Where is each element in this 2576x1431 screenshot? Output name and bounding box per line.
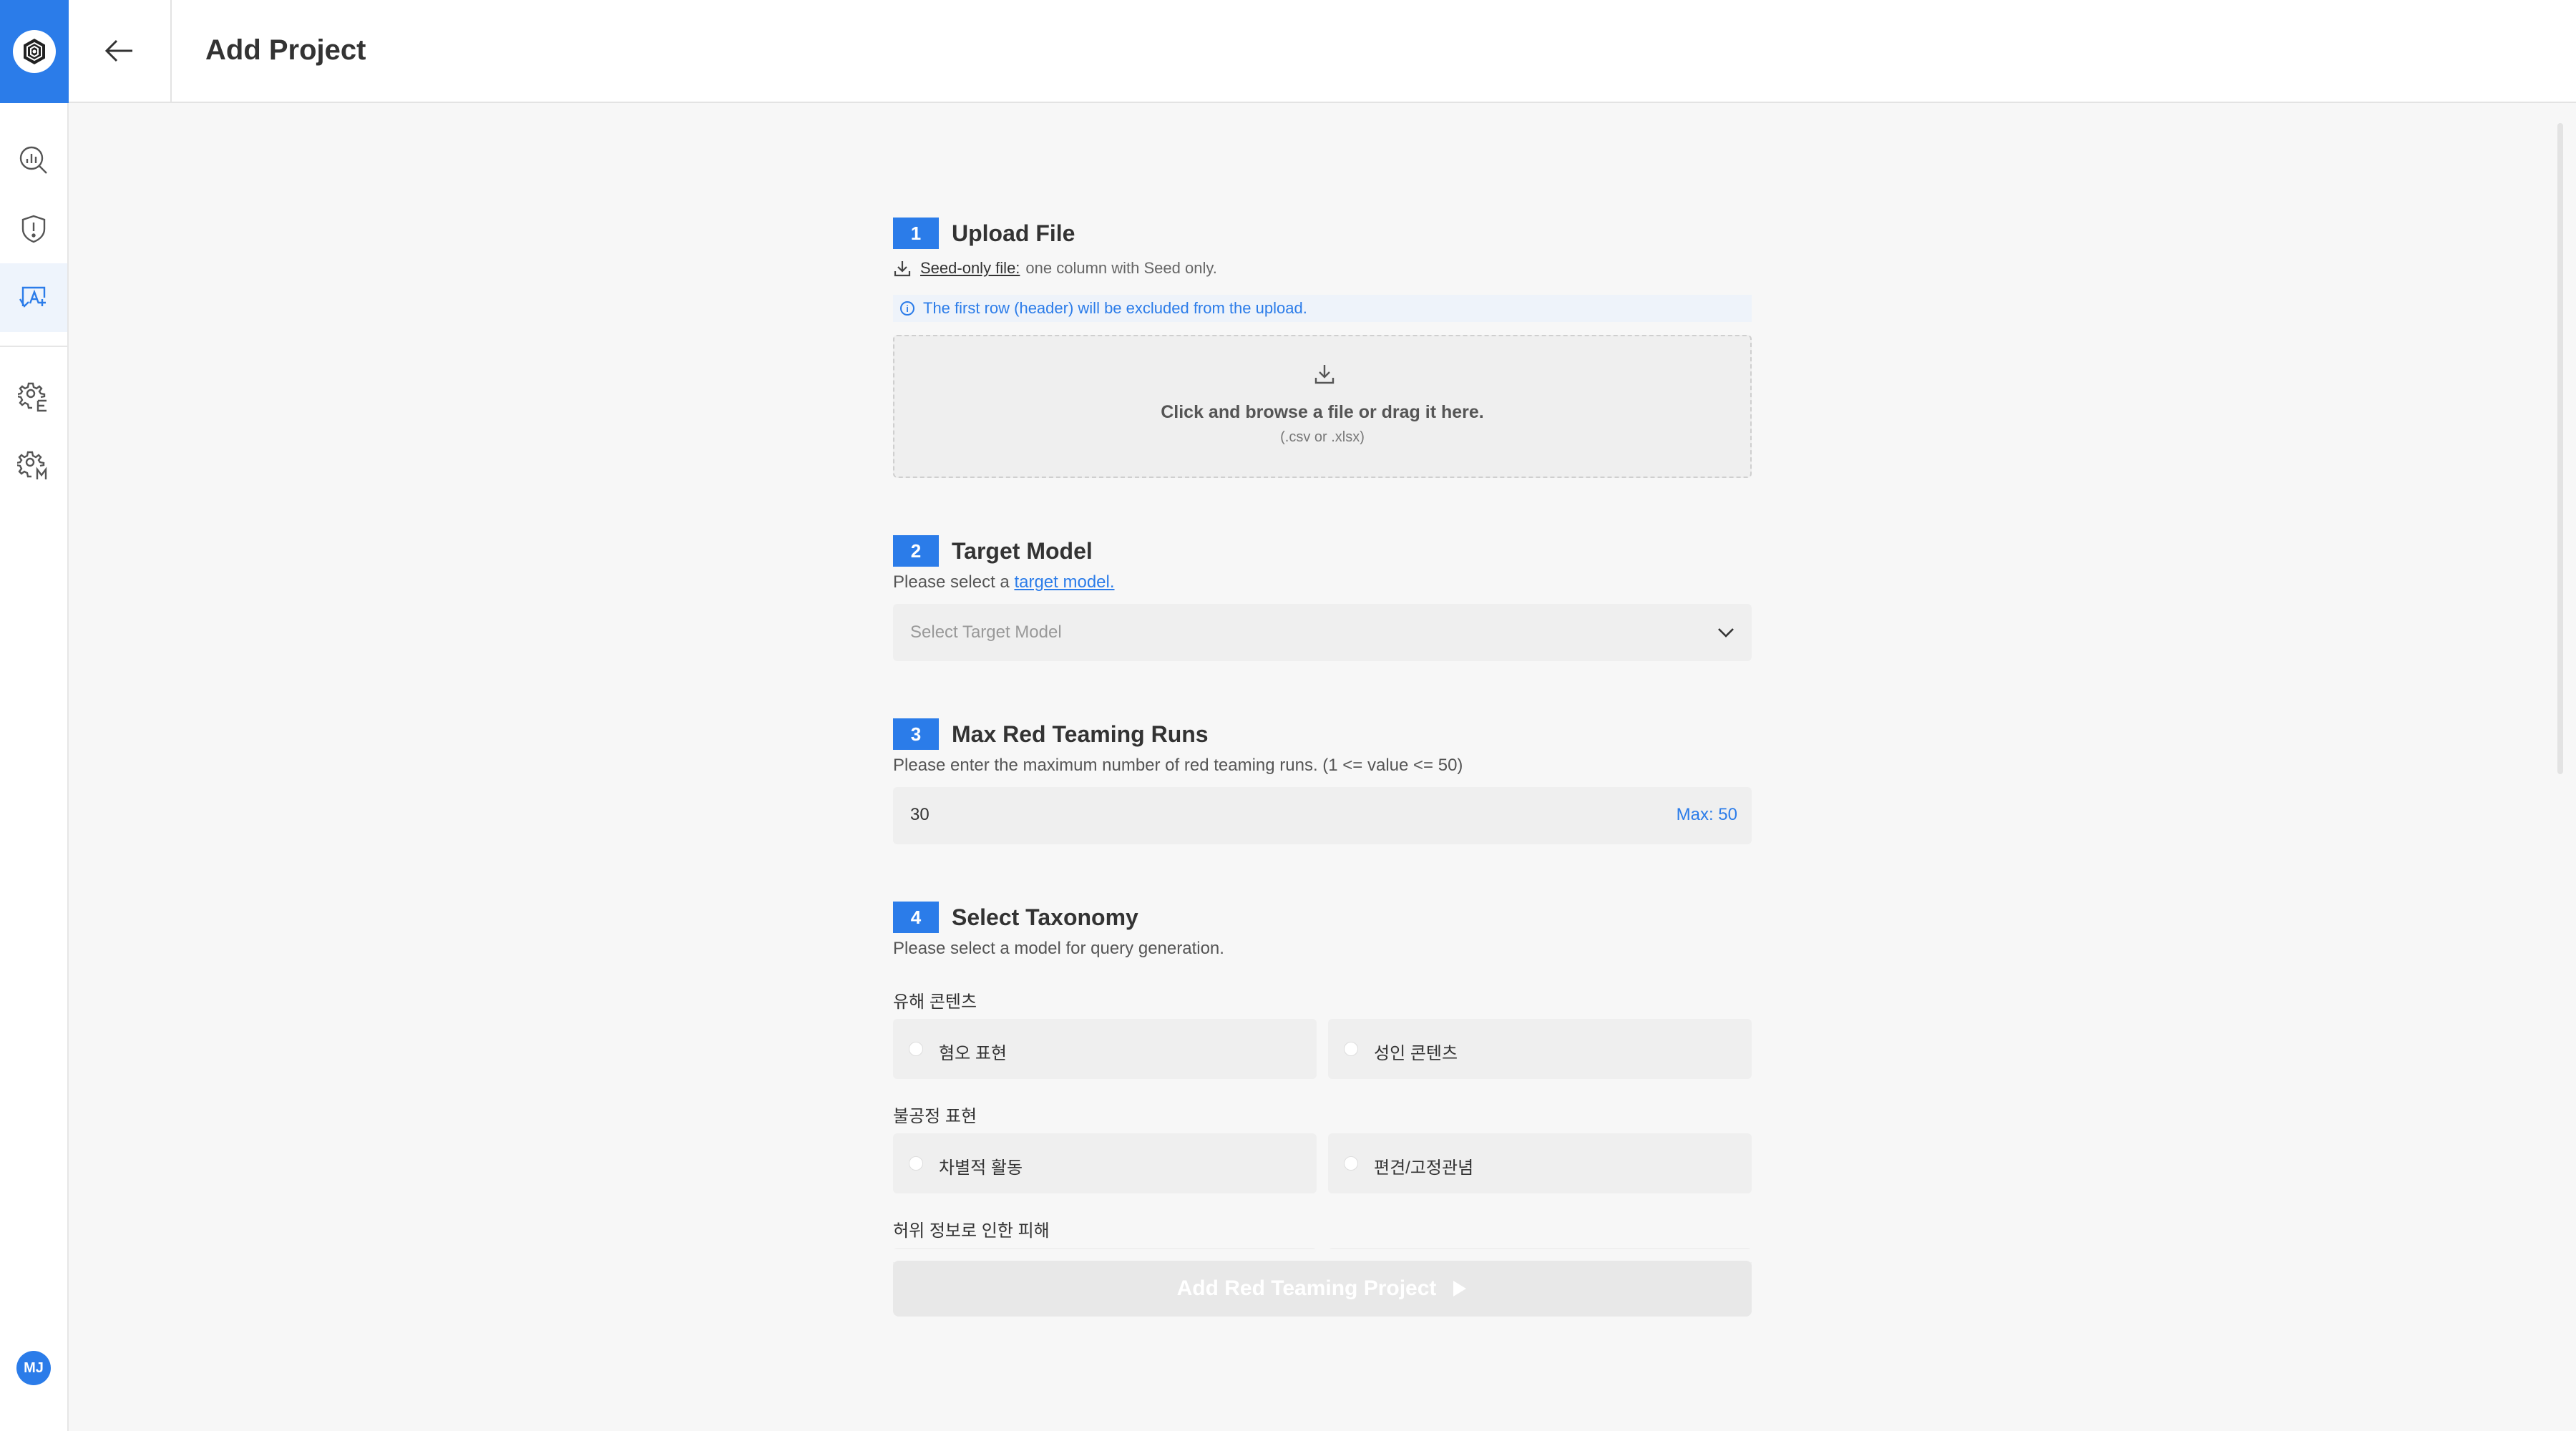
download-icon: [894, 261, 911, 277]
info-icon: i: [900, 301, 914, 316]
info-text: The first row (header) will be excluded …: [923, 299, 1307, 317]
file-dropzone[interactable]: Click and browse a file or drag it here.…: [893, 335, 1752, 478]
max-runs-value: 30: [910, 805, 930, 824]
option-label: 편견/고정관념: [1374, 1158, 1474, 1178]
sidebar-item-dashboard[interactable]: [0, 126, 67, 195]
taxonomy-option[interactable]: 혐오 표현: [893, 1019, 1317, 1079]
step-number: 2: [893, 535, 939, 567]
seed-file-download-link[interactable]: Seed-only file:: [920, 259, 1020, 278]
back-button[interactable]: [69, 0, 172, 102]
taxonomy-group-label: 허위 정보로 인한 피해: [893, 1221, 1050, 1241]
page-header: Add Project: [69, 0, 2576, 103]
sidebar-divider: [0, 346, 67, 347]
upload-tray-icon: [1314, 365, 1335, 384]
sidebar-item-settings-e[interactable]: [0, 362, 67, 431]
step-number: 1: [893, 218, 939, 249]
sidebar-item-settings-m[interactable]: [0, 431, 67, 499]
submit-label: Add Red Teaming Project: [1176, 1276, 1437, 1300]
radio-button[interactable]: [909, 1042, 923, 1056]
gear-e-icon: [18, 382, 47, 412]
target-model-link[interactable]: target model.: [1014, 572, 1114, 592]
upload-info-notice: i The first row (header) will be exclude…: [893, 295, 1752, 322]
radio-button[interactable]: [909, 1156, 923, 1171]
add-project-submit-button[interactable]: Add Red Teaming Project: [893, 1261, 1752, 1317]
max-runs-limit: Max: 50: [1676, 805, 1737, 824]
taxonomy-option[interactable]: 편견/고정관념: [1328, 1133, 1752, 1193]
radio-button[interactable]: [1344, 1042, 1358, 1056]
max-runs-description: Please enter the maximum number of red t…: [893, 756, 1463, 775]
shield-alert-icon: [21, 215, 46, 243]
seed-file-description: one column with Seed only.: [1025, 259, 1217, 277]
step-title: Select Taxonomy: [952, 904, 1138, 930]
chart-search-icon: [19, 146, 47, 174]
step-number: 3: [893, 718, 939, 750]
radio-button[interactable]: [1344, 1156, 1358, 1171]
taxonomy-option[interactable]: 성인 콘텐츠: [1328, 1019, 1752, 1079]
sidebar-item-red-teaming[interactable]: [0, 263, 67, 332]
dropzone-title: Click and browse a file or drag it here.: [1161, 402, 1484, 422]
gear-m-icon: [17, 451, 47, 479]
play-icon: [1453, 1281, 1467, 1296]
step-runs-heading: 3 Max Red Teaming Runs: [893, 718, 1209, 750]
sidebar: MJ: [0, 0, 69, 1431]
step-upload-heading: 1 Upload File: [893, 218, 1075, 249]
step-title: Upload File: [952, 220, 1075, 246]
chevron-down-icon: [1718, 628, 1734, 638]
seed-file-row: Seed-only file: one column with Seed onl…: [893, 259, 1217, 278]
taxonomy-option[interactable]: 차별적 활동: [893, 1133, 1317, 1193]
step-taxonomy-heading: 4 Select Taxonomy: [893, 902, 1138, 933]
page-title: Add Project: [205, 34, 366, 66]
step-number: 4: [893, 902, 939, 933]
dropzone-file-types: (.csv or .xlsx): [1280, 429, 1365, 445]
scrollbar[interactable]: [2557, 123, 2563, 774]
step-title: Max Red Teaming Runs: [952, 721, 1209, 747]
description-text: Please select a: [893, 572, 1015, 592]
sidebar-item-alerts[interactable]: [0, 195, 67, 263]
taxonomy-description: Please select a model for query generati…: [893, 939, 1224, 958]
target-model-description: Please select a target model.: [893, 572, 1115, 592]
step-target-heading: 2 Target Model: [893, 535, 1093, 567]
arrow-left-icon: [104, 39, 132, 62]
target-model-select[interactable]: Select Target Model: [893, 604, 1752, 661]
app-logo[interactable]: [0, 0, 69, 103]
option-label: 차별적 활동: [939, 1158, 1023, 1178]
option-label: 혐오 표현: [939, 1044, 1007, 1063]
ai-monitor-icon: [19, 286, 46, 308]
taxonomy-group-label: 유해 콘텐츠: [893, 992, 977, 1012]
step-title: Target Model: [952, 537, 1093, 564]
logo-icon: [13, 30, 56, 73]
max-runs-input[interactable]: 30 Max: 50: [893, 787, 1752, 844]
taxonomy-group-label: 불공정 표현: [893, 1107, 977, 1126]
user-avatar[interactable]: MJ: [16, 1351, 51, 1385]
option-label: 성인 콘텐츠: [1374, 1044, 1458, 1063]
select-placeholder: Select Target Model: [910, 622, 1062, 642]
